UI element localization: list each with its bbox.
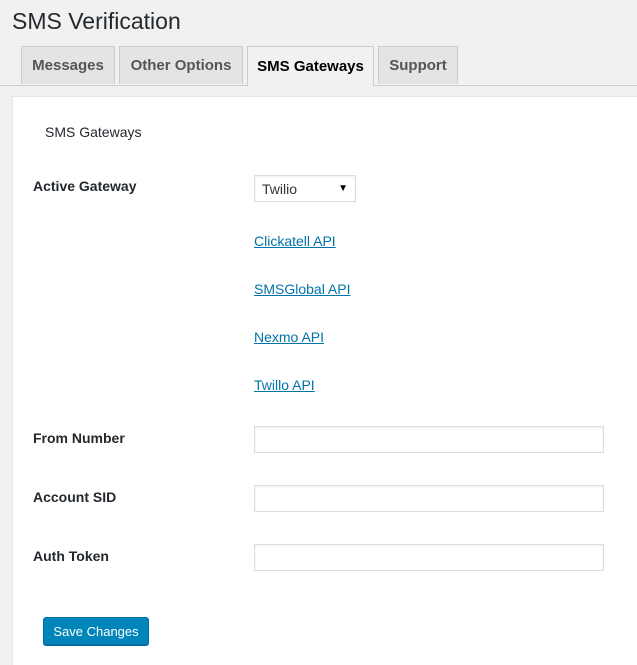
active-gateway-value: Twilio xyxy=(262,180,298,197)
account-sid-label: Account SID xyxy=(33,489,117,505)
save-changes-button[interactable]: Save Changes xyxy=(43,617,149,645)
nexmo-api-link[interactable]: Nexmo API xyxy=(254,329,324,345)
smsglobal-api-link[interactable]: SMSGlobal API xyxy=(254,281,351,297)
clickatell-api-link[interactable]: Clickatell API xyxy=(254,233,336,249)
active-gateway-select[interactable]: Twilio ▼ xyxy=(254,175,356,202)
tab-bar: Messages Other Options SMS Gateways Supp… xyxy=(0,46,637,86)
tab-sms-gateways[interactable]: SMS Gateways xyxy=(247,46,374,86)
auth-token-label: Auth Token xyxy=(33,548,109,564)
page-title: SMS Verification xyxy=(12,8,181,34)
tab-other-options[interactable]: Other Options xyxy=(119,46,243,84)
twillo-api-link[interactable]: Twillo API xyxy=(254,377,315,393)
from-number-label: From Number xyxy=(33,430,125,446)
dropdown-arrow-icon: ▼ xyxy=(338,183,348,194)
from-number-input[interactable] xyxy=(254,426,604,453)
active-gateway-label: Active Gateway xyxy=(33,178,137,194)
account-sid-input[interactable] xyxy=(254,485,604,512)
tab-support[interactable]: Support xyxy=(378,46,458,84)
section-title: SMS Gateways xyxy=(45,124,142,140)
tab-messages[interactable]: Messages xyxy=(21,46,115,84)
auth-token-input[interactable] xyxy=(254,544,604,571)
